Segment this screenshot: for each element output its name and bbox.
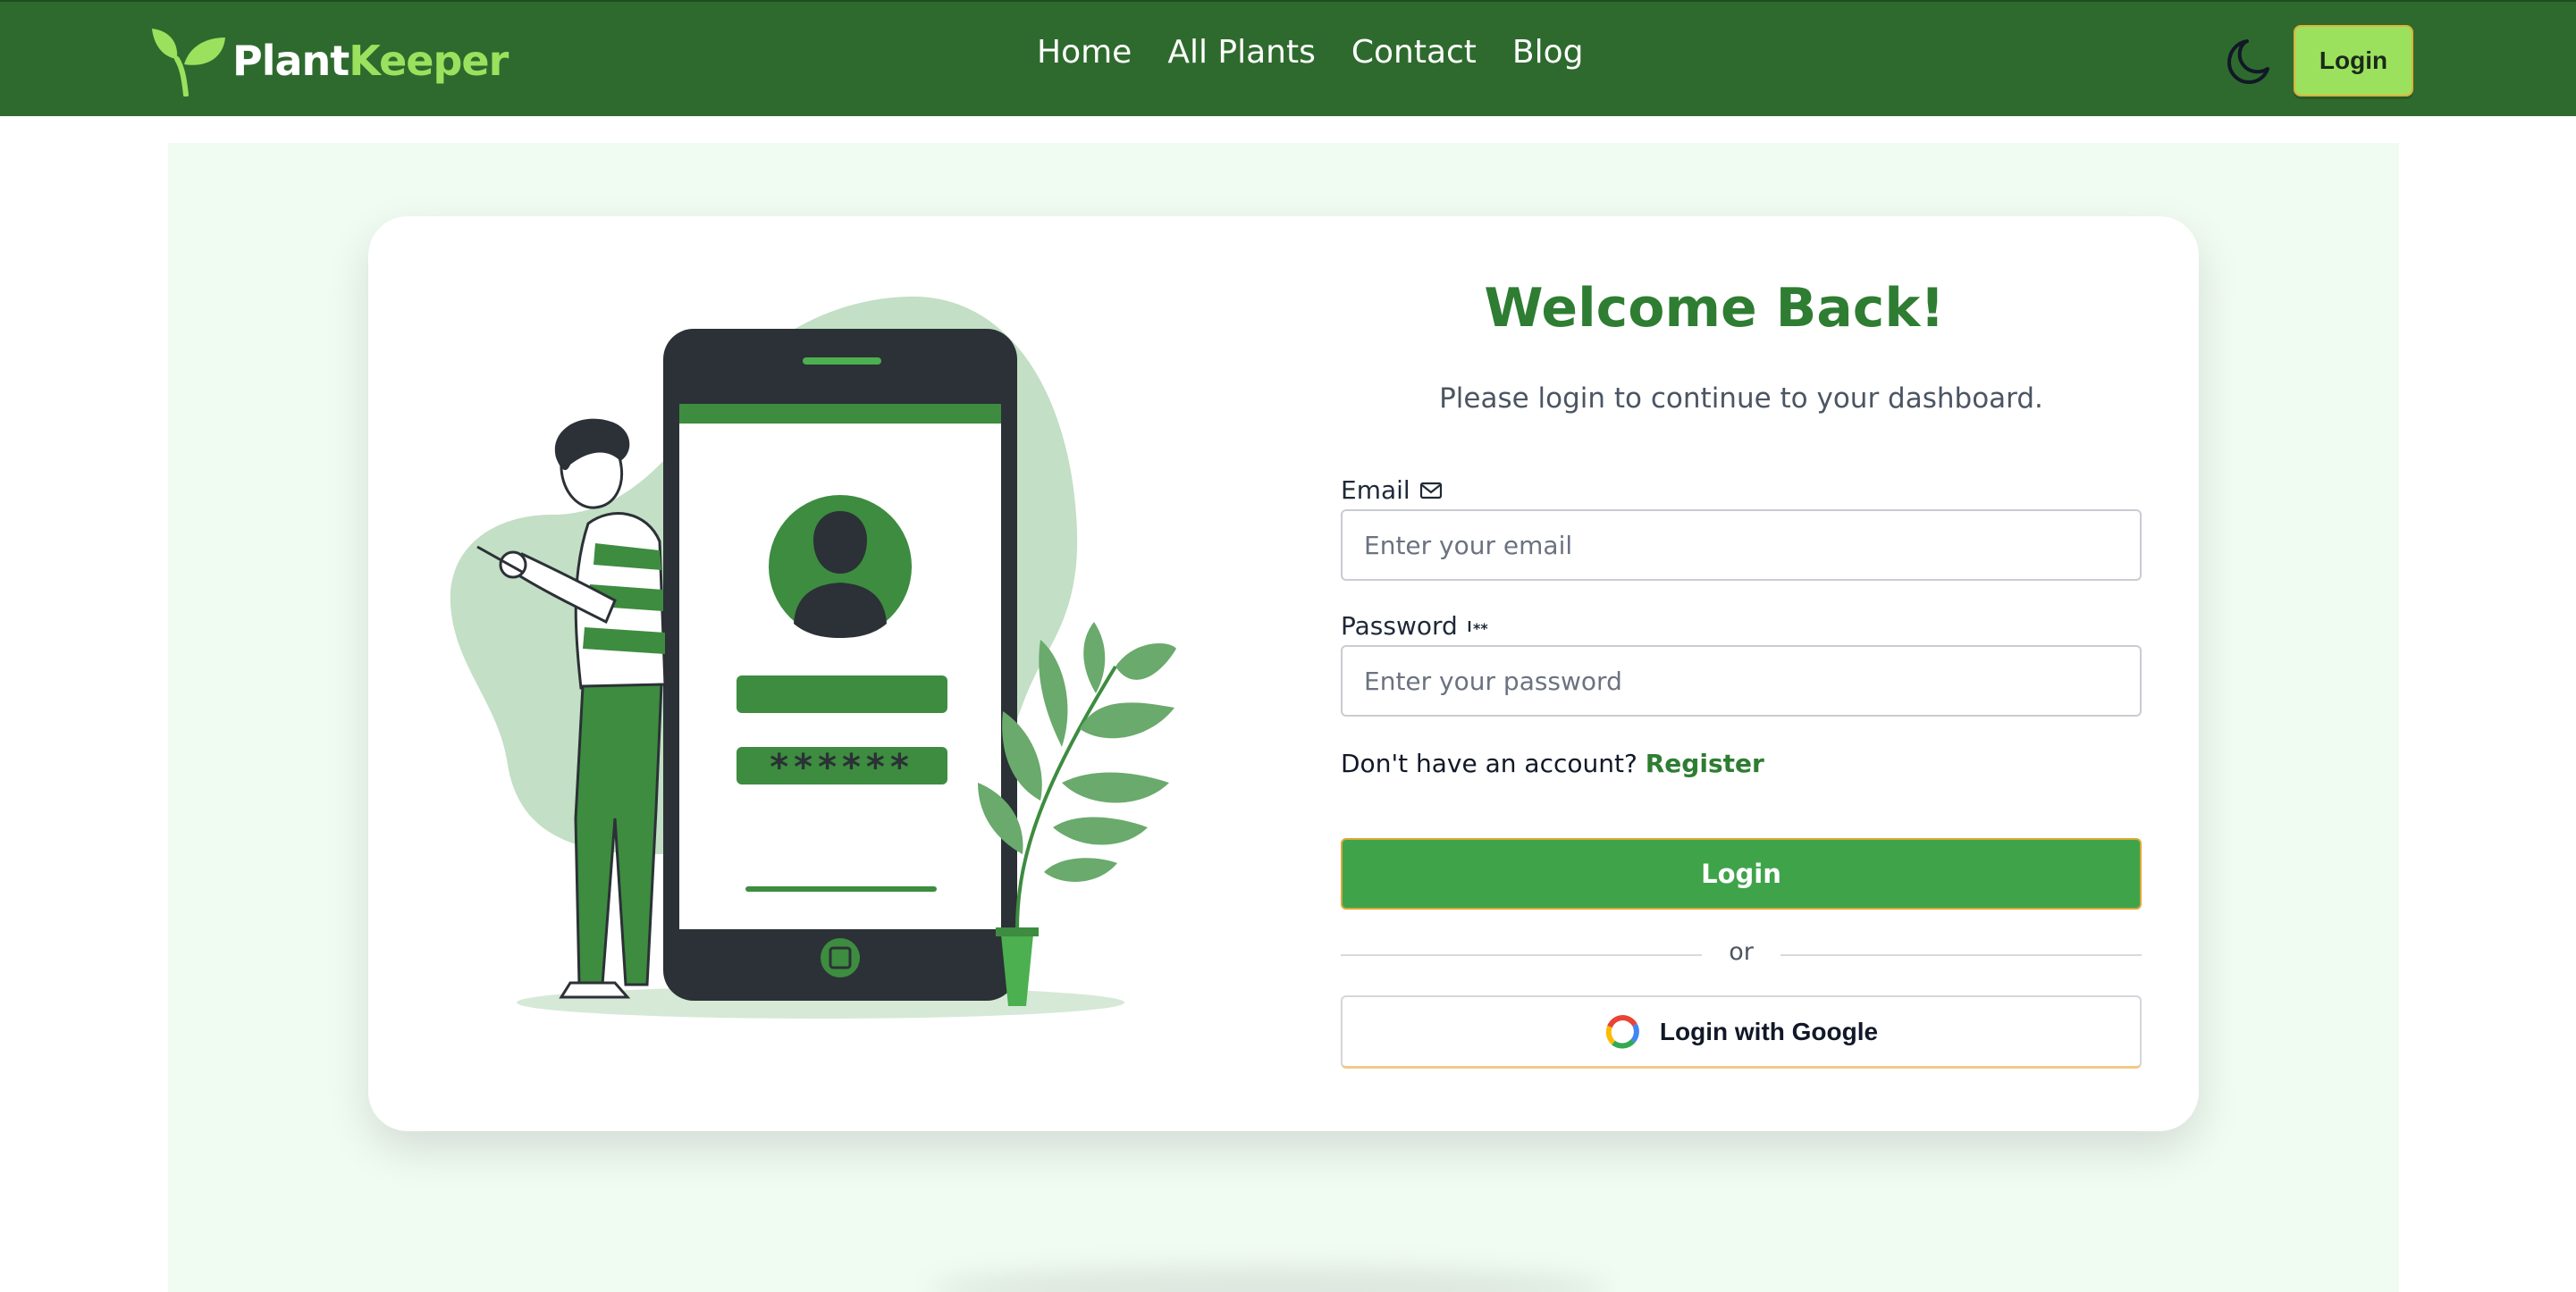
brand-name: PlantKeeper <box>232 37 509 85</box>
password-label: Password ** <box>1341 611 1494 641</box>
nav-link-blog[interactable]: Blog <box>1512 34 1584 71</box>
register-prompt: Don't have an account? Register <box>1341 749 1764 778</box>
email-field[interactable] <box>1341 509 2142 581</box>
register-prompt-text: Don't have an account? <box>1341 749 1637 778</box>
password-mask-text: ****** <box>770 747 914 788</box>
mail-icon <box>1419 482 1442 499</box>
page-title: Welcome Back! <box>1484 277 1945 340</box>
svg-text:**: ** <box>1473 620 1488 636</box>
password-label-text: Password <box>1341 611 1458 641</box>
password-dots-icon: ** <box>1468 620 1488 636</box>
or-divider: or <box>1341 936 2142 972</box>
login-illustration: ****** <box>450 296 1176 1019</box>
brand-logo[interactable]: PlantKeeper <box>150 25 509 96</box>
password-field[interactable] <box>1341 645 2142 717</box>
login-form: Welcome Back! Please login to continue t… <box>1341 277 2142 1081</box>
email-label: Email <box>1341 475 1443 505</box>
brand-name-plant: Plant <box>232 37 349 85</box>
google-login-label: Login with Google <box>1659 1017 1879 1045</box>
google-icon <box>1605 1014 1639 1048</box>
brand-name-keeper: Keeper <box>349 37 509 85</box>
main-nav: Home All Plants Contact Blog <box>1037 34 1584 71</box>
nav-link-contact[interactable]: Contact <box>1351 34 1477 71</box>
navbar: PlantKeeper Home All Plants Contact Blog… <box>0 0 2576 116</box>
email-label-text: Email <box>1341 475 1410 505</box>
theme-toggle-button[interactable] <box>2220 36 2270 86</box>
moon-icon <box>2227 39 2269 84</box>
nav-link-home[interactable]: Home <box>1037 34 1132 71</box>
leaf-logo-icon <box>152 29 225 96</box>
divider-text: or <box>1729 938 1754 966</box>
login-submit-button[interactable]: Login <box>1341 838 2142 910</box>
page-subtitle: Please login to continue to your dashboa… <box>1439 382 2043 415</box>
divider-line-right <box>1780 954 2142 956</box>
nav-link-all-plants[interactable]: All Plants <box>1167 34 1316 71</box>
nav-login-button[interactable]: Login <box>2294 25 2413 96</box>
google-login-button[interactable]: Login with Google <box>1341 995 2142 1069</box>
register-link[interactable]: Register <box>1646 749 1764 778</box>
